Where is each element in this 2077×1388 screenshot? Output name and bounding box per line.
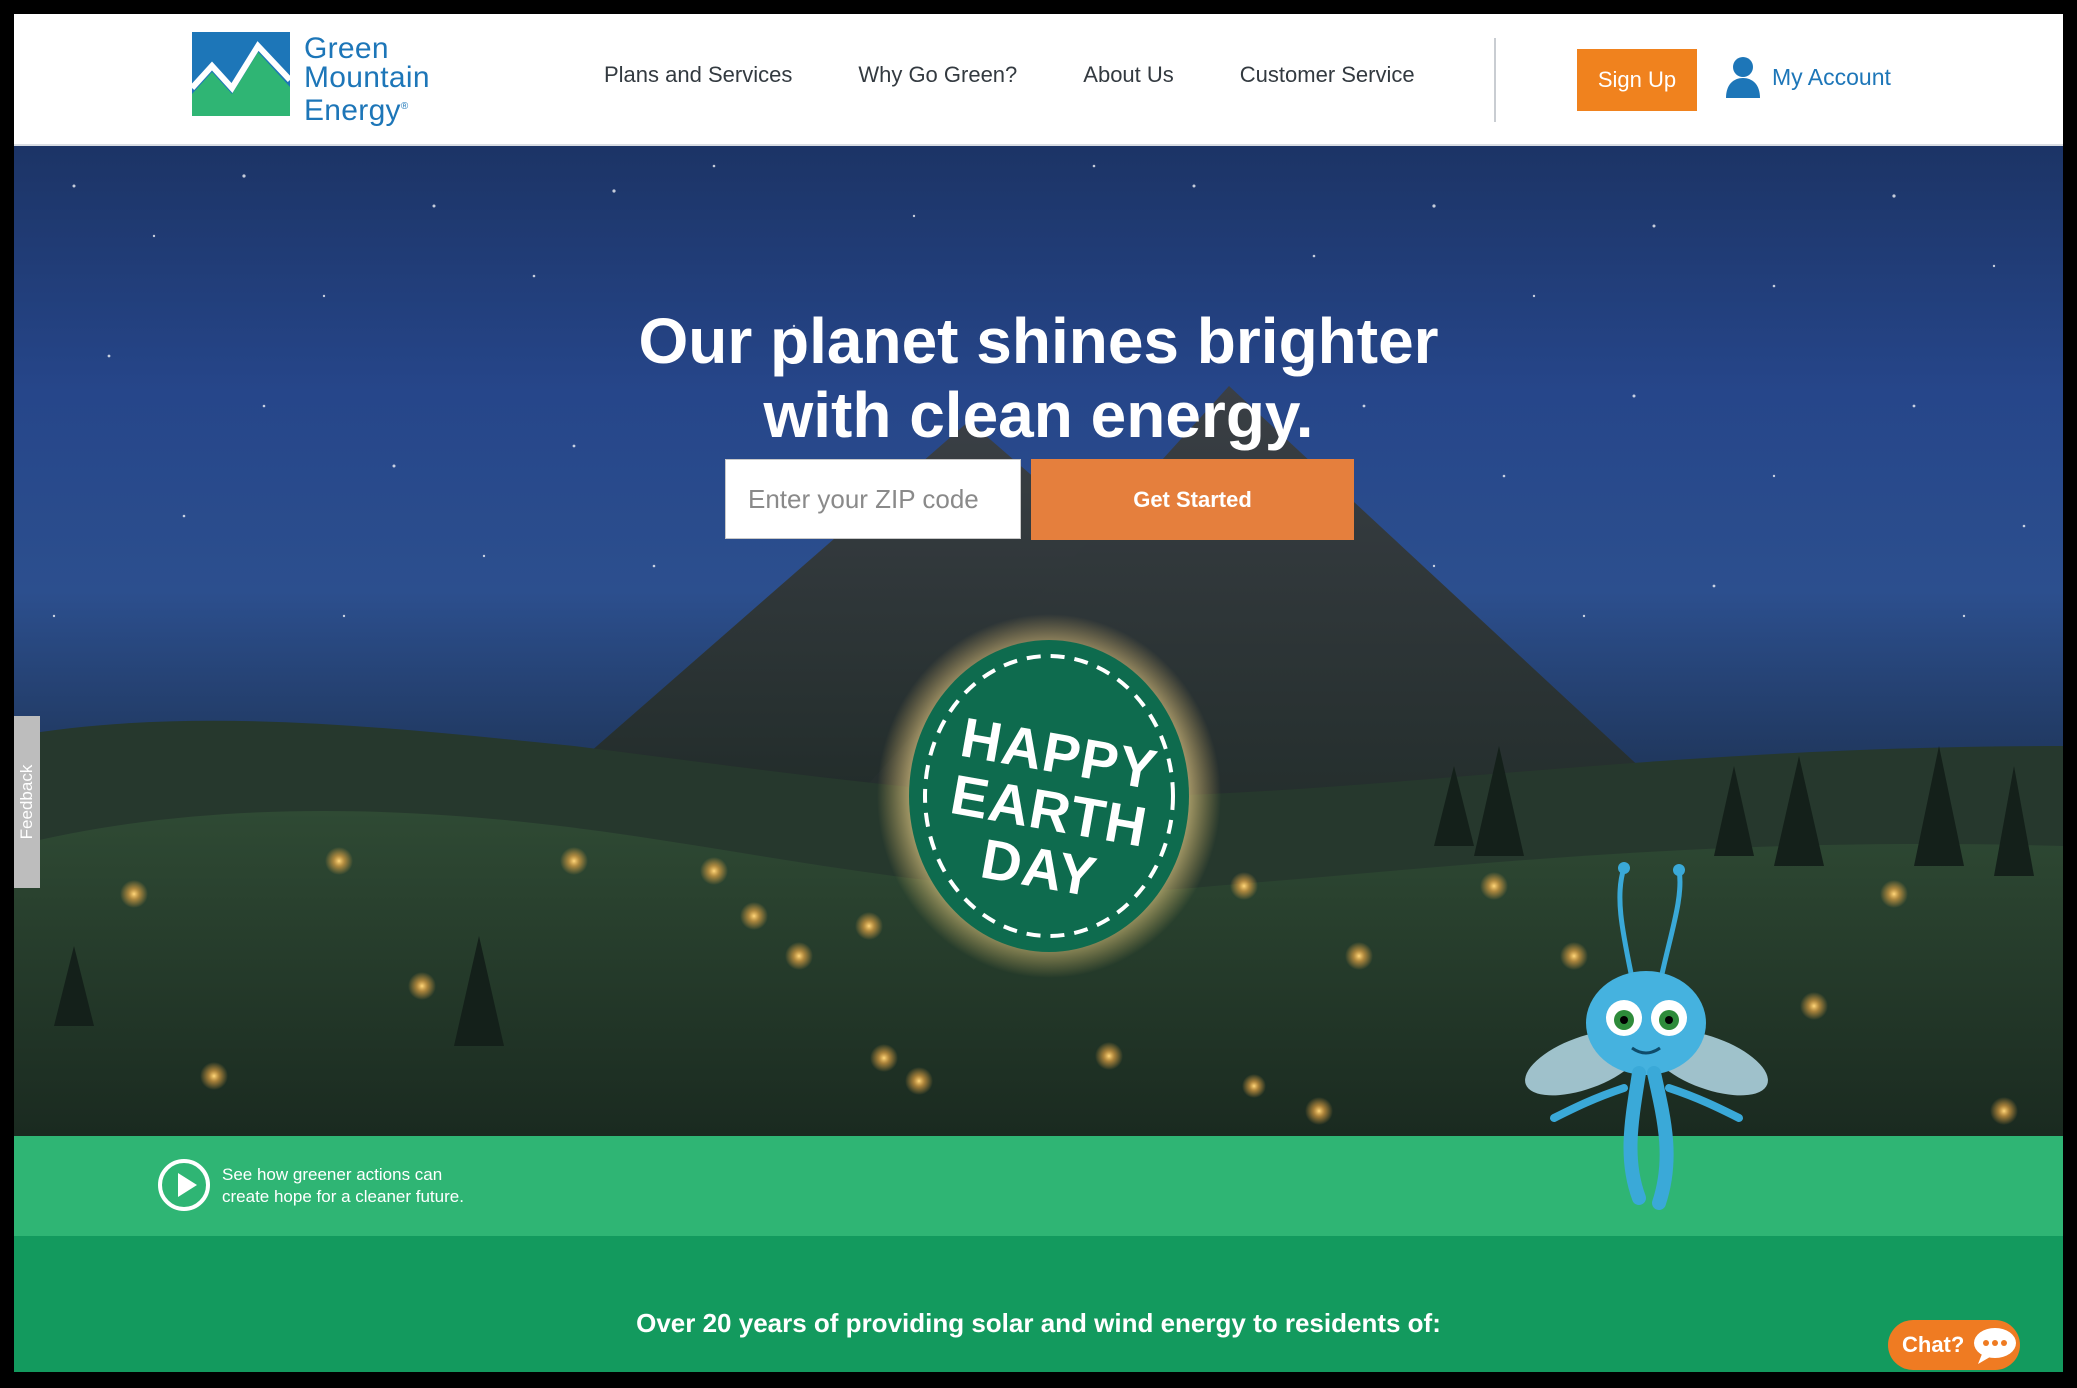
happy-earth-day-badge: HAPPY EARTH DAY — [869, 606, 1229, 986]
hero-headline: Our planet shines brighter with clean en… — [14, 304, 2063, 452]
chat-bubble-icon — [1974, 1328, 2017, 1364]
service-states-heading: Over 20 years of providing solar and win… — [636, 1308, 1441, 1338]
my-account-label: My Account — [1772, 63, 1891, 90]
registered-mark: ® — [400, 101, 409, 112]
feedback-label: Feedback — [17, 764, 36, 840]
video-promo-text[interactable]: See how greener actions can create hope … — [222, 1164, 464, 1208]
main-nav: Plans and Services Why Go Green? About U… — [604, 62, 1481, 88]
hero-headline-line-1: Our planet shines brighter — [638, 304, 1439, 377]
nav-about-us[interactable]: About Us — [1083, 62, 1174, 88]
my-account-link[interactable]: My Account — [1726, 56, 1891, 98]
firefly-mascot — [1525, 862, 1768, 1210]
chat-button[interactable]: Chat? — [1888, 1320, 2020, 1370]
get-started-button[interactable]: Get Started — [1031, 459, 1354, 540]
user-icon — [1726, 57, 1760, 98]
brand-wordmark: Green Mountain Energy® — [304, 32, 430, 127]
browser-viewport: Green Mountain Energy® Plans and Service… — [14, 14, 2063, 1372]
mountain-logo-icon — [192, 32, 290, 116]
chat-label: Chat? — [1902, 1332, 1965, 1357]
play-icon[interactable] — [157, 1158, 211, 1212]
site-header: Green Mountain Energy® Plans and Service… — [14, 14, 2063, 146]
nav-divider — [1494, 38, 1496, 122]
nav-customer-service[interactable]: Customer Service — [1240, 62, 1415, 88]
zip-code-input[interactable] — [725, 459, 1021, 539]
video-promo-line-2: create hope for a cleaner future. — [222, 1187, 464, 1206]
sign-up-button[interactable]: Sign Up — [1577, 49, 1697, 111]
feedback-tab[interactable]: Feedback — [14, 716, 40, 888]
brand-name-line-3: Energy® — [304, 94, 409, 127]
nav-why-go-green[interactable]: Why Go Green? — [858, 62, 1017, 88]
brand-logo[interactable]: Green Mountain Energy® — [192, 32, 452, 130]
brand-name-line-1: Green — [304, 32, 389, 65]
hero-headline-line-2: with clean energy. — [763, 378, 1314, 451]
video-promo-line-1: See how greener actions can — [222, 1165, 443, 1184]
nav-plans-and-services[interactable]: Plans and Services — [604, 62, 792, 88]
brand-name-line-2: Mountain — [304, 61, 430, 94]
